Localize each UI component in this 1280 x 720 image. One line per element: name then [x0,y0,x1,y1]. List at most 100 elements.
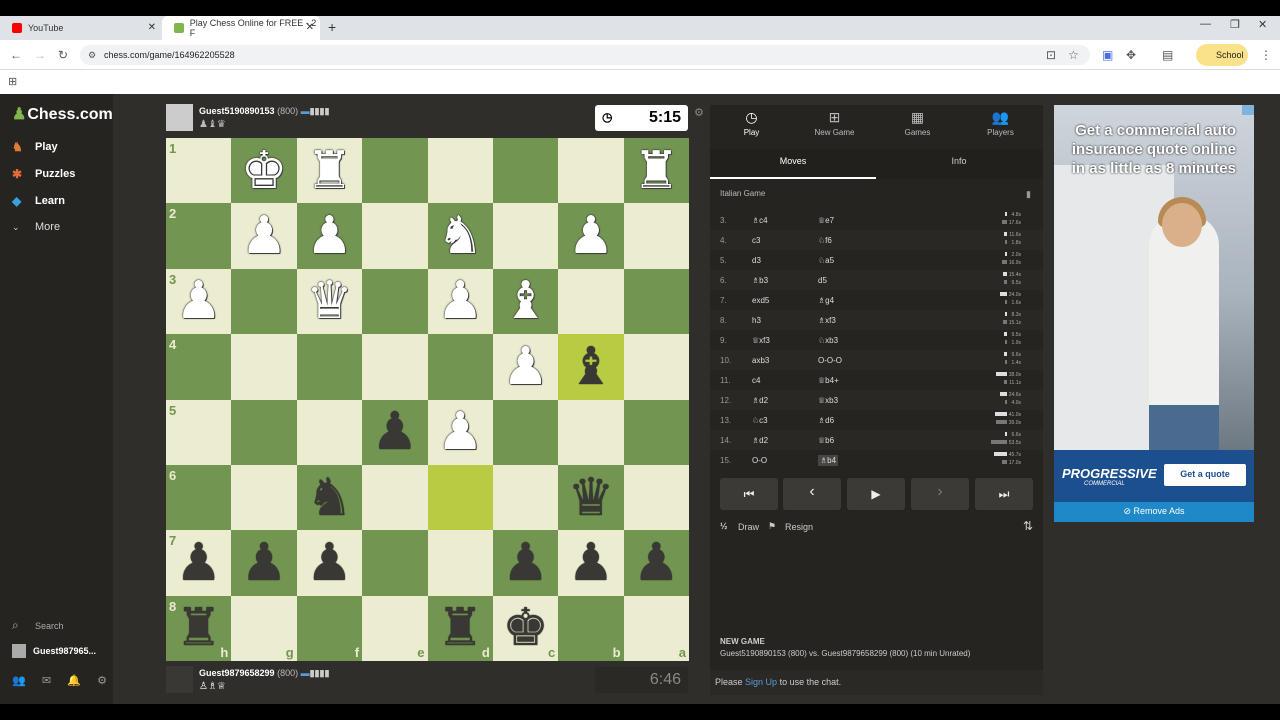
white-move[interactable]: c3 [752,236,760,245]
white-pawn-piece[interactable]: ♟ [306,210,353,262]
white-move[interactable]: ♗c4 [752,216,768,225]
board-square[interactable]: ♟ [296,203,363,269]
board-square[interactable] [492,464,559,531]
last-move-button[interactable]: ⏭ [975,478,1033,510]
bottom-player-name[interactable]: Guest9879658299 (800) ▬▮▮▮▮ [199,668,329,679]
board-square[interactable]: ♝ [558,334,624,400]
board-square[interactable]: ♟ [558,203,624,269]
white-rook-piece[interactable]: ♜ [633,145,680,197]
board-square[interactable]: ♝ [492,268,559,335]
black-rook-piece[interactable]: ♜ [175,602,222,654]
advertisement[interactable]: Get a commercial auto insurance quote on… [1054,105,1254,522]
board-square[interactable] [362,334,428,400]
black-pawn-piece[interactable]: ♟ [502,537,549,589]
board-square[interactable] [362,530,428,596]
white-pawn-piece[interactable]: ♟ [502,341,549,393]
board-square[interactable]: ♟ [231,530,297,596]
board-square[interactable] [623,464,689,531]
board-square[interactable] [492,203,559,269]
black-pawn-piece[interactable]: ♟ [175,537,222,589]
white-move[interactable]: h3 [752,316,761,325]
board-square[interactable] [427,138,493,204]
black-move[interactable]: ♗d6 [818,416,834,425]
extension-icon[interactable]: ▣ [1102,48,1113,62]
first-move-button[interactable]: ⏮ [720,478,778,510]
board-square[interactable]: 1 [166,138,232,204]
board-square[interactable] [558,399,624,465]
black-move[interactable]: d5 [818,276,827,285]
tab-games[interactable]: ▦ Games [876,109,959,137]
forward-icon[interactable]: → [34,48,46,62]
board-square[interactable] [492,399,559,465]
ad-cta-button[interactable]: Get a quote [1164,464,1246,486]
avatar[interactable] [166,104,193,131]
board-square[interactable]: 2 [166,203,232,269]
white-king-piece[interactable]: ♚ [241,145,288,197]
profile-button[interactable]: School [1196,44,1248,66]
board-settings-icon[interactable]: ⚙ [694,106,704,119]
black-rook-piece[interactable]: ♜ [437,602,484,654]
black-pawn-piece[interactable]: ♟ [568,537,615,589]
white-pawn-piece[interactable]: ♟ [175,275,222,327]
previous-move-button[interactable]: ‹ [783,478,841,510]
board-square[interactable] [623,268,689,335]
black-queen-piece[interactable]: ♛ [568,472,615,524]
top-player-name[interactable]: Guest5190890153 (800) ▬▮▮▮▮ [199,106,329,117]
white-pawn-piece[interactable]: ♟ [437,275,484,327]
board-square[interactable] [296,334,363,400]
black-move[interactable]: O-O-O [818,356,842,365]
white-move[interactable]: ♘c3 [752,416,768,425]
ad-choices-icon[interactable] [1242,105,1254,115]
black-pawn-piece[interactable]: ♟ [306,537,353,589]
board-square[interactable] [362,464,428,531]
board-square[interactable] [231,464,297,531]
white-bishop-piece[interactable]: ♝ [502,275,549,327]
board-square[interactable] [231,334,297,400]
reload-icon[interactable]: ↻ [58,48,68,62]
board-square[interactable] [623,399,689,465]
tab-play[interactable]: ◷ Play [710,109,793,137]
board-square[interactable]: a [623,595,689,661]
board-square[interactable] [623,334,689,400]
bell-icon[interactable]: 🔔 [67,674,81,687]
white-move[interactable]: c4 [752,376,760,385]
sidebar-item-puzzles[interactable]: ✱ Puzzles [12,167,75,181]
flip-board-icon[interactable]: ⇅ [1023,519,1033,533]
white-pawn-piece[interactable]: ♟ [241,210,288,262]
white-move[interactable]: ♕xf3 [752,336,770,345]
board-square[interactable] [296,399,363,465]
board-square[interactable]: ♜ [296,138,363,204]
sign-up-link[interactable]: Sign Up [745,677,777,687]
board-square[interactable]: ♜ [623,138,689,204]
new-tab-icon[interactable]: + [328,19,336,35]
forward-move-button[interactable]: › [911,478,969,510]
white-pawn-piece[interactable]: ♟ [437,406,484,458]
board-square[interactable]: 7 ♟ [166,530,232,596]
board-square[interactable]: ♟ [427,399,493,465]
black-move[interactable]: ♕b4+ [818,376,839,385]
tab-info[interactable]: Info [876,156,1042,166]
chess-board[interactable]: 1 ♚ ♜ ♜ 2 ♟ ♟ ♞ ♟ 3 ♟ ♛ ♟ ♝ 4 ♟ ♝ 5 ♟ ♟ 6 ♞ ♛ 7 ♟ ♟ ♟ ♟ ♟ ♟ 8 h ♜ g f e d ♜ c ♚… [166,138,689,661]
board-square[interactable]: 4 [166,334,232,400]
apps-grid-icon[interactable]: ⊞ [8,75,17,88]
board-square[interactable] [427,530,493,596]
board-square[interactable]: ♛ [296,268,363,335]
board-square[interactable]: f [296,595,363,661]
board-square[interactable] [427,464,493,531]
black-pawn-piece[interactable]: ♟ [372,406,419,458]
black-move[interactable]: ♘xb3 [818,336,838,345]
resign-button[interactable]: Resign [785,522,813,532]
url-field[interactable]: ⚙ chess.com/game/164962205528 [80,45,1090,65]
draw-button[interactable]: Draw [738,522,759,532]
tab-players[interactable]: 👥 Players [959,109,1042,137]
board-square[interactable]: ♟ [231,203,297,269]
next-move-button[interactable]: ▶ [847,478,905,510]
mail-icon[interactable]: ✉ [42,674,51,687]
black-move[interactable]: ♗b4 [818,455,839,466]
avatar[interactable] [166,666,193,693]
book-icon[interactable]: ▮ [1026,189,1031,200]
white-knight-piece[interactable]: ♞ [437,210,484,262]
board-square[interactable]: g [231,595,297,661]
black-move[interactable]: ♗g4 [818,296,834,305]
board-square[interactable] [492,138,559,204]
